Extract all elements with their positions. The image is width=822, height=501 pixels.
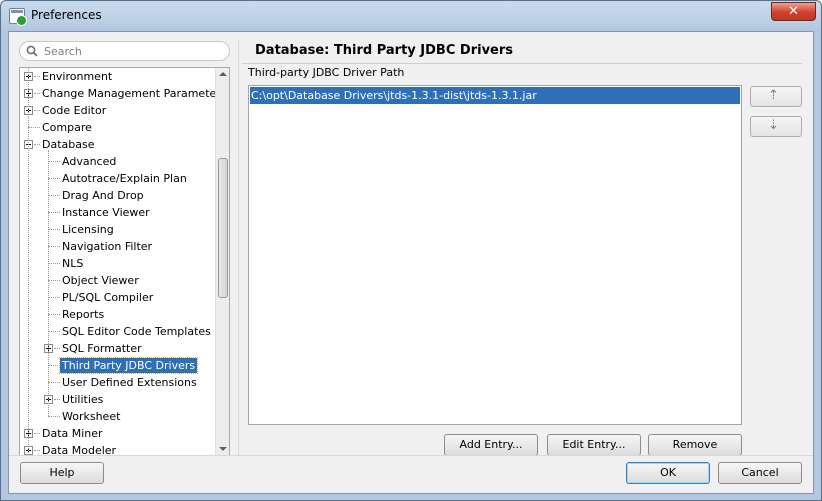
tree-scrollbar[interactable] [215, 68, 229, 455]
preferences-window: Preferences ✕ Environment Change Manageme… [0, 0, 822, 501]
help-button[interactable]: Help [20, 462, 104, 484]
tree-root-line [28, 68, 29, 455]
settings-panel: Database: Third Party JDBC Drivers Third… [242, 38, 808, 457]
tree-item-label: Change Management Parameters [42, 87, 227, 100]
tree-connector [48, 263, 60, 264]
tree-item[interactable]: Instance Viewer [20, 204, 216, 221]
preferences-app-icon [9, 8, 27, 26]
title-divider [242, 63, 802, 64]
tree-connector [28, 127, 40, 128]
title-bar[interactable]: Preferences ✕ [1, 1, 821, 31]
dialog-client-area: Environment Change Management Parameters C… [8, 31, 814, 494]
tree-connector [48, 246, 60, 247]
navigation-panel: Environment Change Management Parameters C… [19, 38, 232, 457]
tree-item-label: Autotrace/Explain Plan [62, 172, 187, 185]
tree-item-label: Third Party JDBC Drivers [58, 357, 199, 374]
panel-splitter[interactable] [238, 40, 239, 455]
tree-item-label: Licensing [62, 223, 114, 236]
tree-item[interactable]: Drag And Drop [20, 187, 216, 204]
tree-item-label: SQL Formatter [62, 342, 142, 355]
tree-item-label: Reports [62, 308, 105, 321]
tree-item[interactable]: Code Editor [20, 102, 216, 119]
tree-item-label: User Defined Extensions [62, 376, 197, 389]
ok-button[interactable]: OK [626, 462, 710, 484]
tree-item[interactable]: SQL Editor Code Templates [20, 323, 216, 340]
remove-button[interactable]: Remove [648, 434, 742, 456]
window-title: Preferences [31, 8, 102, 22]
tree-item-label: PL/SQL Compiler [62, 291, 154, 304]
tree-item[interactable]: Advanced [20, 153, 216, 170]
tree-item[interactable]: User Defined Extensions [20, 374, 216, 391]
move-down-icon: ⇣ [768, 118, 779, 133]
tree-connector [48, 297, 60, 298]
driver-path-label: Third-party JDBC Driver Path [248, 66, 405, 79]
tree-item-label: Object Viewer [62, 274, 139, 287]
tree-item-label: Environment [42, 70, 113, 83]
page-title: Database: Third Party JDBC Drivers [242, 40, 802, 62]
tree-item-label: Code Editor [42, 104, 107, 117]
tree-item[interactable]: SQL Formatter [20, 340, 216, 357]
tree-item[interactable]: Autotrace/Explain Plan [20, 170, 216, 187]
tree-item[interactable]: Data Miner [20, 425, 216, 442]
search-box[interactable] [19, 41, 230, 61]
footer-divider [9, 455, 813, 456]
tree-item-label: Drag And Drop [62, 189, 144, 202]
move-up-button[interactable]: ⇡ [750, 86, 802, 107]
add-entry-button[interactable]: Add Entry... [444, 434, 538, 456]
edit-entry-button[interactable]: Edit Entry... [547, 434, 641, 456]
move-down-button[interactable]: ⇣ [750, 116, 802, 137]
tree-item[interactable]: Database [20, 136, 216, 153]
tree-connector [48, 212, 60, 213]
tree-connector [48, 314, 60, 315]
search-input[interactable] [44, 43, 224, 59]
driver-path-entry[interactable]: C:\opt\Database Drivers\jtds-1.3.1-dist\… [250, 87, 740, 104]
tree-item[interactable]: Change Management Parameters [20, 85, 227, 102]
tree-item[interactable]: Reports [20, 306, 216, 323]
tree-connector [48, 365, 60, 366]
tree-connector [48, 280, 60, 281]
move-up-icon: ⇡ [768, 88, 779, 103]
tree-item-label: Data Miner [42, 427, 103, 440]
tree-item[interactable]: Data Modeler [20, 442, 216, 455]
tree-item[interactable]: PL/SQL Compiler [20, 289, 216, 306]
tree-item-label: SQL Editor Code Templates [62, 325, 211, 338]
cancel-button[interactable]: Cancel [718, 462, 802, 484]
search-icon [26, 45, 38, 57]
driver-path-list[interactable]: C:\opt\Database Drivers\jtds-1.3.1-dist\… [248, 85, 742, 425]
tree-connector [48, 331, 60, 332]
tree-item-label: Navigation Filter [62, 240, 153, 253]
tree-item[interactable]: Licensing [20, 221, 216, 238]
page-title-text: Database: Third Party JDBC Drivers [255, 43, 514, 58]
scroll-down-arrow-icon[interactable] [219, 447, 227, 451]
tree-item[interactable]: Object Viewer [20, 272, 216, 289]
tree-connector [48, 382, 60, 383]
tree-item[interactable]: Environment [20, 68, 216, 85]
tree-item[interactable]: Third Party JDBC Drivers [20, 357, 216, 374]
tree-child-line [48, 150, 49, 416]
tree-connector [48, 229, 60, 230]
tree-item[interactable]: Compare [20, 119, 216, 136]
tree-connector [48, 416, 60, 417]
tree-item[interactable]: NLS [20, 255, 216, 272]
tree-item[interactable]: Navigation Filter [20, 238, 216, 255]
scroll-up-arrow-icon[interactable] [219, 72, 227, 76]
tree-item-label: Compare [42, 121, 92, 134]
tree-item-label: NLS [62, 257, 84, 270]
tree-connector [48, 161, 60, 162]
preferences-tree[interactable]: Environment Change Management Parameters C… [19, 67, 230, 456]
tree-item[interactable]: Worksheet [20, 408, 216, 425]
tree-item-label: Instance Viewer [62, 206, 150, 219]
tree-connector [48, 178, 60, 179]
tree-connector [48, 195, 60, 196]
close-button[interactable]: ✕ [771, 2, 816, 21]
tree-item-label: Worksheet [62, 410, 121, 423]
tree-item-label: Utilities [62, 393, 104, 406]
tree-item-label: Advanced [62, 155, 117, 168]
tree-item[interactable]: Utilities [20, 391, 216, 408]
scroll-thumb[interactable] [218, 158, 228, 298]
